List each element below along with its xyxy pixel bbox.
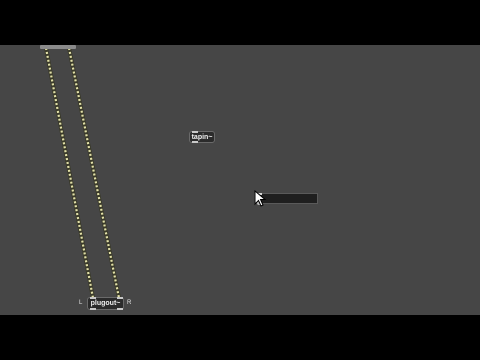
plugout-object[interactable]: plugout~: [87, 297, 124, 310]
patcher-canvas[interactable]: tapin~ L plugout~ R: [0, 45, 480, 315]
tapin-object[interactable]: tapin~: [189, 131, 215, 143]
arrow-cursor-icon: [254, 190, 267, 207]
plugout-right-channel-label: R: [127, 300, 132, 306]
patch-cords: [44, 47, 121, 299]
plugout-left-channel-label: L: [79, 300, 83, 306]
plugout-label: plugout~: [90, 300, 121, 307]
tapin-label: tapin~: [191, 133, 213, 141]
source-object-edge[interactable]: [40, 45, 76, 49]
